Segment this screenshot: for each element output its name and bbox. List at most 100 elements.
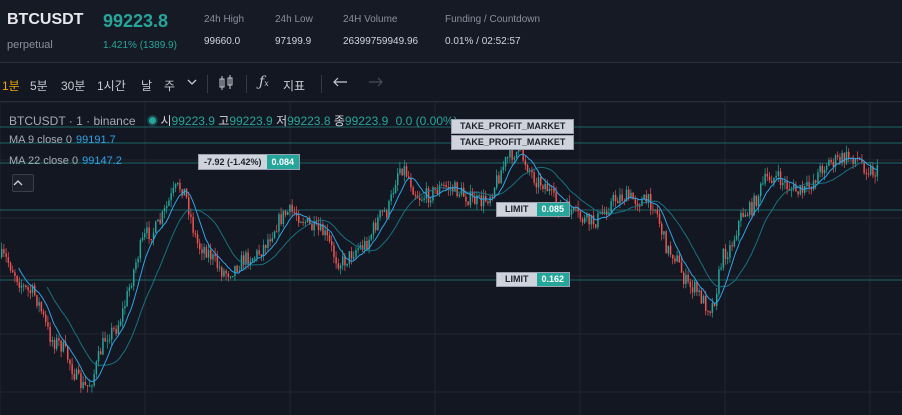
candle-body (683, 272, 685, 284)
interval-1m-button[interactable]: 1분 (2, 77, 20, 94)
take-profit-order-tag[interactable]: TAKE_PROFIT_MARKET (451, 119, 575, 134)
candle-body (663, 231, 665, 235)
candle-body (104, 337, 106, 342)
candle-body (478, 195, 480, 197)
chart-legend: BTCUSDT · 1 · binance 시99223.9 고99223.9 저… (9, 112, 458, 129)
legend-low-label: 저 (276, 114, 288, 128)
interval-week-button[interactable]: 주 (164, 77, 175, 94)
candle-body (500, 170, 502, 184)
candle-body (652, 209, 654, 211)
limit-order-tag[interactable]: LIMIT 0.162 (496, 272, 571, 287)
indicators-button[interactable]: 지표 (283, 77, 305, 94)
symbol-name[interactable]: BTCUSDT (7, 11, 83, 29)
candle-body (689, 281, 692, 288)
candle-body (102, 337, 104, 355)
candle-body (595, 224, 597, 228)
candle-body (757, 196, 760, 206)
candle-body (755, 195, 758, 206)
symbol-type: perpetual (7, 39, 53, 51)
position-pnl-tag[interactable]: -7.92 (-1.42%) 0.084 (198, 154, 301, 170)
interval-dropdown-chevron-icon[interactable] (186, 75, 198, 92)
candle-body (718, 269, 720, 294)
candle-body (705, 296, 707, 311)
candle-body (27, 287, 29, 291)
candle-body (122, 308, 124, 322)
candle-body (139, 240, 142, 259)
price-chart[interactable]: BTCUSDT · 1 · binance 시99223.9 고99223.9 저… (0, 102, 902, 415)
candle-body (111, 327, 113, 340)
candle-body (221, 267, 223, 277)
ma22-label: MA 22 close 0 (9, 155, 79, 167)
candle-body (9, 262, 12, 271)
candle-body (100, 351, 102, 355)
candle-body (89, 385, 91, 387)
candle-body (177, 182, 179, 185)
candle-body (720, 267, 722, 270)
candle-body (744, 214, 747, 217)
candle-body (458, 194, 461, 197)
candle-body (764, 173, 766, 184)
candle-body (837, 155, 839, 157)
ma22-value: 99147.2 (82, 155, 122, 167)
candle-body (56, 338, 58, 349)
candle-body (870, 166, 872, 175)
ma22-legend[interactable]: MA 22 close 0 99147.2 (9, 155, 122, 167)
candle-style-icon[interactable] (217, 74, 235, 95)
candle-body (232, 276, 234, 278)
take-profit-order-tag[interactable]: TAKE_PROFIT_MARKET (451, 135, 575, 150)
candle-body (546, 183, 549, 192)
candle-body (691, 287, 694, 293)
candle-body (621, 194, 623, 201)
candle-body (845, 151, 848, 163)
candle-body (830, 159, 832, 162)
undo-icon[interactable] (333, 75, 349, 92)
candle-body (339, 265, 342, 269)
legend-close-label: 종 (333, 114, 345, 128)
candle-body (170, 193, 172, 201)
ma9-legend[interactable]: MA 9 close 0 99191.7 (9, 134, 116, 146)
candle-body (355, 250, 357, 257)
redo-icon[interactable] (367, 75, 383, 92)
candle-body (537, 177, 540, 188)
limit-order-tag[interactable]: LIMIT 0.085 (496, 202, 571, 217)
indicators-fx-icon[interactable]: ƒx (259, 74, 269, 90)
candle-body (179, 182, 181, 190)
candle-body (62, 342, 65, 352)
candle-body (364, 240, 366, 250)
candle-body (155, 221, 157, 233)
candle-body (45, 314, 47, 323)
candle-body (225, 270, 227, 274)
candle-body (42, 311, 45, 315)
candle-body (273, 231, 276, 239)
candle-body (207, 250, 210, 258)
legend-title[interactable]: BTCUSDT · 1 · binance (9, 114, 136, 128)
collapse-legend-button[interactable] (12, 174, 34, 192)
candle-body (502, 166, 505, 171)
toolbar-divider (207, 75, 208, 93)
candle-body (427, 188, 430, 203)
candle-body (16, 275, 18, 282)
candle-body (768, 176, 771, 181)
interval-5m-button[interactable]: 5분 (30, 77, 48, 94)
interval-day-button[interactable]: 날 (141, 77, 152, 94)
candle-body (680, 262, 683, 273)
candle-body (515, 151, 518, 158)
candle-body (117, 325, 120, 334)
candle-body (192, 216, 194, 233)
candle-body (300, 222, 302, 224)
interval-1h-button[interactable]: 1시간 (97, 77, 126, 94)
candle-body (408, 176, 410, 178)
interval-30m-button[interactable]: 30분 (61, 77, 85, 94)
candle-body (821, 166, 824, 174)
candle-body (612, 194, 615, 201)
candle-body (282, 210, 285, 225)
candle-body (289, 204, 291, 213)
candle-body (23, 285, 25, 287)
candle-body (661, 223, 663, 235)
candle-body (628, 189, 630, 199)
candle-body (353, 256, 355, 259)
candle-body (852, 158, 854, 164)
candle-body (119, 321, 122, 326)
candle-body (38, 302, 40, 306)
candle-body (474, 196, 476, 205)
